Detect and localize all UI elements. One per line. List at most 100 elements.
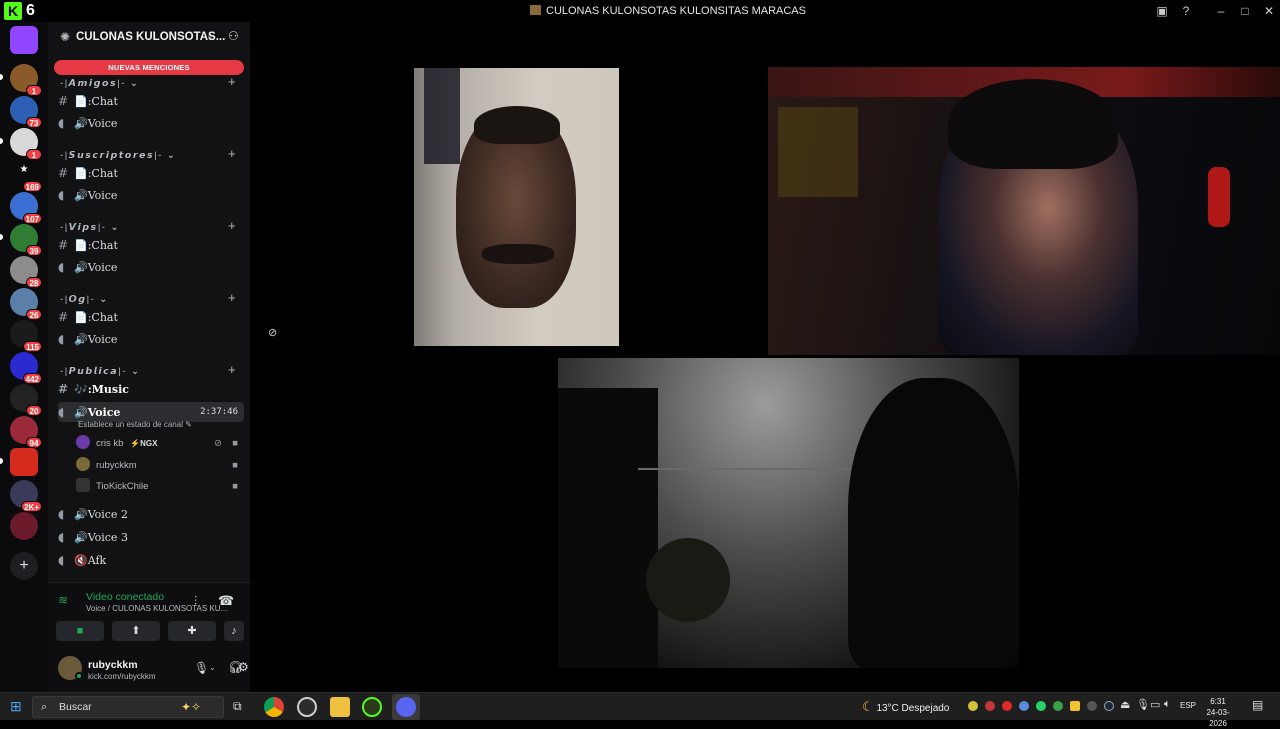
file-explorer-icon[interactable] — [330, 697, 350, 717]
channel-label: 📄:Chat — [74, 167, 118, 180]
server-icon[interactable]: 73 — [10, 96, 42, 128]
server-icon[interactable]: 1 — [10, 64, 42, 96]
channel-voice-2[interactable]: ◖ 🔊Voice 2 — [58, 504, 244, 524]
add-channel-icon[interactable]: + — [228, 362, 236, 377]
server-badge: 115 — [23, 341, 42, 352]
tray-icon[interactable] — [968, 701, 978, 711]
volume-icon[interactable]: 🔈︎ — [1164, 698, 1171, 711]
system-clock[interactable]: 6:31 24-03-2026 — [1198, 696, 1238, 729]
discord-taskbar-button[interactable] — [392, 694, 420, 720]
video-tile-2[interactable] — [768, 67, 1280, 355]
soundboard-button[interactable]: ♪ — [224, 621, 244, 641]
category-vips[interactable]: -|𝙑𝙞𝙥𝙨|- ⌄ — [60, 222, 120, 233]
microphone-tray-icon[interactable]: 🎙︎ — [1136, 698, 1150, 711]
voice-location[interactable]: Voice / CULONAS KULONSOTAS KU... — [86, 604, 227, 613]
channel-voice-active[interactable]: ◖ 🔊Voice 2:37:46 — [58, 402, 244, 422]
server-icon[interactable]: 2K+ — [10, 480, 42, 512]
channel-voice[interactable]: ◖ 🔊Voice — [58, 113, 244, 133]
inbox-icon[interactable]: ▣ — [1153, 2, 1171, 20]
server-icon[interactable] — [10, 512, 38, 540]
participant-hair — [948, 79, 1118, 169]
kick-app-icon[interactable] — [362, 697, 382, 717]
chevron-down-icon[interactable]: ⌄ — [209, 663, 216, 672]
invite-people-icon[interactable]: ⚇ — [228, 29, 239, 43]
category-suscriptores[interactable]: -|𝙎𝙪𝙨𝙘𝙧𝙞𝙥𝙩𝙤𝙧𝙚𝙨|- ⌄ — [60, 150, 176, 161]
screen-share-button[interactable]: ⬆ — [112, 621, 160, 641]
add-channel-icon[interactable]: + — [228, 290, 236, 305]
tray-icon[interactable] — [1087, 701, 1097, 711]
channel-chat[interactable]: # 📄:Chat — [58, 91, 244, 111]
channel-voice[interactable]: ◖ 🔊Voice — [58, 257, 244, 277]
channel-music[interactable]: # 🎶:Music — [58, 379, 244, 399]
chevron-down-icon: ⌄ — [206, 30, 215, 41]
channel-voice[interactable]: ◖ 🔊Voice — [58, 185, 244, 205]
video-tile-3[interactable] — [558, 358, 1019, 668]
category-og[interactable]: -|𝙊𝙜|- ⌄ — [60, 294, 109, 305]
server-icon[interactable]: 39 — [10, 224, 42, 256]
help-icon[interactable]: ? — [1177, 2, 1195, 20]
channel-chat[interactable]: # 📄:Chat — [58, 307, 244, 327]
tray-icon[interactable] — [1053, 701, 1063, 711]
tray-icon[interactable] — [1070, 701, 1080, 711]
windows-start-icon[interactable]: ⊞ — [10, 698, 22, 715]
add-server-button[interactable]: + — [10, 552, 38, 580]
usb-icon[interactable]: ⏏ — [1120, 698, 1130, 711]
channel-afk[interactable]: ◖ 🔇Afk — [58, 550, 244, 570]
tray-icon[interactable] — [1019, 701, 1029, 711]
channel-voice[interactable]: ◖ 🔊Voice — [58, 329, 244, 349]
new-mentions-banner[interactable]: NUEVAS MENCIONES — [54, 60, 244, 75]
server-icon[interactable]: 1 — [10, 128, 42, 160]
server-icon[interactable]: 442 — [10, 352, 42, 384]
settings-gear-icon[interactable]: ⚙ — [238, 660, 249, 674]
notifications-icon[interactable]: ▤ — [1252, 698, 1263, 712]
add-channel-icon[interactable]: + — [228, 218, 236, 233]
microphone-icon[interactable]: 🎙︎ — [194, 661, 209, 675]
voice-user[interactable]: cris kb ⚡NGX ⊘ ■ — [76, 435, 244, 453]
search-input[interactable]: ⌕ Buscar ✦✧ — [32, 696, 224, 718]
server-icon[interactable]: 28 — [10, 256, 42, 288]
camera-button[interactable]: ■ — [56, 621, 104, 641]
voice-timer: 2:37:46 — [200, 407, 238, 417]
category-publica[interactable]: -|𝙋𝙪𝙗𝙡𝙞𝙘𝙖|- ⌄ — [60, 366, 140, 377]
network-icon[interactable]: ▭ — [1150, 698, 1160, 711]
category-amigos[interactable]: -|𝘼𝙢𝙞𝙜𝙤𝙨|- ⌄ — [60, 78, 139, 89]
tray-icon[interactable] — [985, 701, 995, 711]
close-button[interactable]: ✕ — [1260, 2, 1278, 20]
voice-user[interactable]: rubyckkm ■ — [76, 457, 244, 475]
obs-icon[interactable] — [297, 697, 317, 717]
activities-button[interactable]: ✚ — [168, 621, 216, 641]
steam-icon[interactable] — [1104, 701, 1114, 711]
minimize-button[interactable]: – — [1212, 2, 1230, 20]
server-icon[interactable]: 94 — [10, 416, 42, 448]
add-channel-icon[interactable]: + — [228, 74, 236, 89]
maximize-button[interactable]: □ — [1236, 2, 1254, 20]
channel-status-prompt[interactable]: Establece un estado de canal ✎ — [78, 420, 192, 429]
voice-user[interactable]: TioKickChile ■ — [76, 478, 244, 496]
channel-chat[interactable]: # 📄:Chat — [58, 235, 244, 255]
voice-channel-icon: ◖ — [58, 530, 65, 544]
channel-label: 📄:Chat — [74, 311, 118, 324]
channel-chat[interactable]: # 📄:Chat — [58, 163, 244, 183]
whatsapp-icon[interactable] — [1036, 701, 1046, 711]
server-icon[interactable]: ★ 169 — [10, 160, 42, 192]
video-tile-1[interactable] — [414, 68, 619, 346]
server-icon[interactable] — [10, 448, 38, 476]
server-icon[interactable]: 107 — [10, 192, 42, 224]
participant-moustache — [482, 244, 554, 264]
add-channel-icon[interactable]: + — [228, 146, 236, 161]
disconnect-icon[interactable]: ☎ — [218, 593, 234, 609]
language-indicator[interactable]: ESP — [1180, 701, 1196, 710]
chrome-icon[interactable] — [264, 697, 284, 717]
noise-suppression-icon[interactable]: ⫶ — [194, 594, 197, 609]
server-icon[interactable]: 20 — [10, 384, 42, 416]
text-channel-icon: # — [58, 238, 69, 252]
tray-icon[interactable] — [1002, 701, 1012, 711]
channel-voice-3[interactable]: ◖ 🔊Voice 3 — [58, 527, 244, 547]
server-header[interactable]: ✺ CULONAS KULONSOTAS... ⌄ ⚇ — [48, 22, 250, 54]
server-icon[interactable]: 26 — [10, 288, 42, 320]
twitch-server-icon[interactable] — [10, 26, 38, 54]
weather-widget[interactable]: ☾ 13°C Despejado — [862, 699, 949, 715]
voice-status[interactable]: Video conectado — [86, 591, 164, 603]
task-view-icon[interactable]: ⧉ — [233, 699, 242, 714]
server-icon[interactable]: 115 — [10, 320, 42, 352]
